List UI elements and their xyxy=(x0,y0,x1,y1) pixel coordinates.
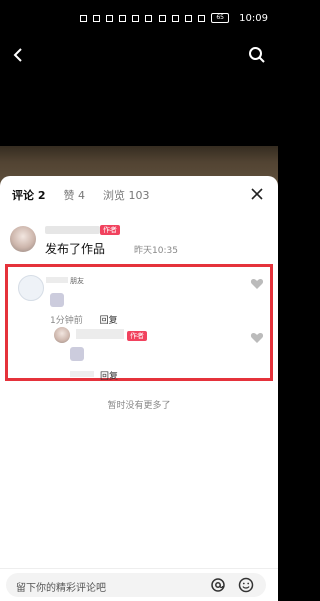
comment-text: 发布了作品 xyxy=(45,242,106,256)
tabs-bar: 评论 2 赞 4 浏览 103 xyxy=(12,187,149,203)
sticker-image[interactable] xyxy=(50,293,64,307)
reply-avatar[interactable] xyxy=(54,327,70,343)
search-icon xyxy=(249,47,265,63)
friend-comment-meta: 1分钟前 回复 xyxy=(50,313,118,326)
friend-tag: 朋友 xyxy=(70,277,84,285)
battery-icon: 65 xyxy=(211,13,230,23)
comment-time: 昨天10:35 xyxy=(134,246,178,256)
friend-username-blurred xyxy=(46,277,68,283)
tab-likes[interactable]: 赞 4 xyxy=(63,187,85,203)
signal-icon-2 xyxy=(119,14,126,22)
close-button[interactable] xyxy=(250,186,264,200)
highlighted-comment-thread: 朋友 1分钟前 回复 作者 xyxy=(5,264,273,381)
emoji-icon[interactable] xyxy=(238,577,254,593)
search-button[interactable] xyxy=(246,44,268,66)
comment-input-placeholder: 留下你的精彩评论吧 xyxy=(16,583,106,594)
hd-icon xyxy=(80,14,87,22)
comment-input-bar: 留下你的精彩评论吧 xyxy=(0,568,278,601)
at-icon[interactable] xyxy=(210,577,226,593)
tab-views[interactable]: 浏览 103 xyxy=(103,187,150,203)
close-icon xyxy=(251,188,263,200)
author-badge: 作者 xyxy=(100,225,120,235)
friend-avatar[interactable] xyxy=(18,275,44,301)
nfc-icon xyxy=(159,14,167,22)
alarm-icon xyxy=(198,14,206,22)
comment-input[interactable]: 留下你的精彩评论吧 xyxy=(6,573,266,597)
reply-username-blurred xyxy=(76,329,124,339)
tab-comments[interactable]: 评论 2 xyxy=(12,187,45,203)
back-arrow-icon xyxy=(13,48,22,62)
status-time: 10:09 xyxy=(239,12,268,24)
status-right-icons: 65 10:09 xyxy=(159,13,268,24)
vibrate-icon xyxy=(172,14,180,22)
video-preview[interactable] xyxy=(0,36,278,186)
reply-sticker-image[interactable] xyxy=(70,347,84,361)
no-more-text: 暂时没有更多了 xyxy=(107,401,171,411)
wifi-icon xyxy=(132,14,139,22)
comment-sheet: 评论 2 赞 4 浏览 103 作者 发布了作品 昨天10:35 朋友 1分钟前… xyxy=(0,176,278,601)
username-blurred xyxy=(45,226,100,234)
heart-icon[interactable] xyxy=(250,277,264,291)
friend-comment-time: 1分钟前 xyxy=(50,316,83,326)
status-bar: 65 10:09 xyxy=(0,0,278,36)
reply-time-blurred xyxy=(70,371,94,377)
comment-item-author[interactable]: 作者 发布了作品 昨天10:35 xyxy=(10,224,268,264)
hd-icon-2 xyxy=(106,14,113,22)
signal-icon xyxy=(93,14,100,22)
back-button[interactable] xyxy=(8,44,30,66)
reply-button[interactable]: 回复 xyxy=(100,316,118,326)
status-left-icons xyxy=(80,14,152,22)
reply-author-badge: 作者 xyxy=(127,331,147,341)
tiktok-icon xyxy=(145,14,152,22)
heart-icon[interactable] xyxy=(250,331,264,345)
avatar[interactable] xyxy=(10,226,36,252)
bluetooth-icon xyxy=(185,14,193,22)
reply-button[interactable]: 回复 xyxy=(100,369,118,382)
